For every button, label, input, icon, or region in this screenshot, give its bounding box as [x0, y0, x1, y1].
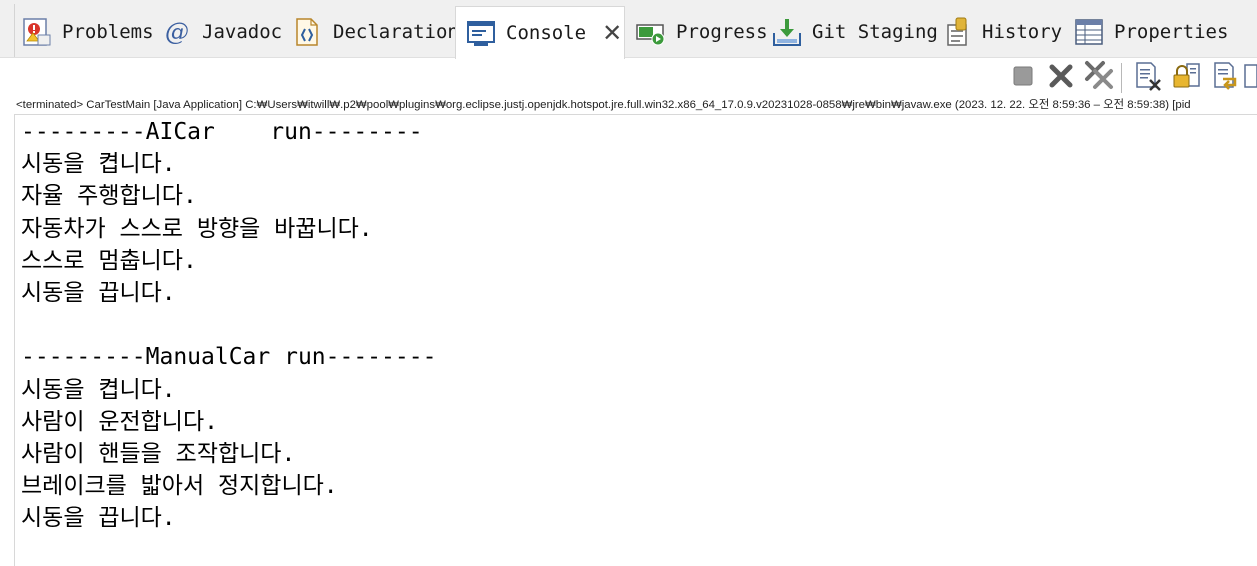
tab-label: Console	[506, 22, 587, 44]
tab-javadoc[interactable]: @ Javadoc	[164, 6, 282, 58]
close-icon[interactable]: ✕	[602, 21, 622, 45]
console-text: ---------AICar run-------- 시동을 켭니다. 자율 주…	[21, 116, 436, 534]
clear-console-icon	[1133, 61, 1163, 95]
tab-progress[interactable]: Progress	[636, 6, 768, 58]
tab-declaration[interactable]: Declaration	[293, 6, 459, 58]
console-line: ---------AICar run--------	[21, 119, 423, 145]
tab-label: Declaration	[333, 21, 459, 43]
tab-console[interactable]: Console ✕	[455, 6, 625, 59]
javadoc-icon: @	[165, 18, 189, 46]
console-line: 시동을 끕니다.	[21, 279, 176, 306]
scroll-lock-icon	[1171, 61, 1201, 95]
console-line: 사람이 운전합니다.	[21, 408, 218, 435]
tab-label: Progress	[676, 21, 768, 43]
console-line: 자동차가 스스로 방향을 바꿉니다.	[21, 215, 373, 242]
console-line: 브레이크를 밟아서 정지합니다.	[21, 473, 338, 500]
problems-icon	[22, 17, 52, 47]
tab-git-staging[interactable]: Git Staging	[772, 6, 938, 58]
console-line: 시동을 켭니다.	[21, 151, 176, 178]
toolbar-separator	[1121, 63, 1122, 93]
clear-console-button[interactable]	[1131, 61, 1165, 95]
tab-label: Problems	[62, 21, 154, 43]
console-line: 스스로 멈춥니다.	[21, 247, 197, 274]
tab-label: Javadoc	[202, 21, 283, 43]
word-wrap-icon	[1209, 61, 1239, 95]
remove-all-terminated-button[interactable]	[1082, 61, 1116, 95]
pin-icon	[1243, 61, 1257, 95]
process-status-line: <terminated> CarTestMain [Java Applicati…	[16, 99, 1191, 111]
remove-launch-button[interactable]	[1044, 61, 1078, 95]
pin-console-button[interactable]	[1243, 61, 1257, 95]
history-icon	[946, 17, 972, 47]
console-line: 시동을 켭니다.	[21, 376, 176, 403]
console-line: 시동을 끕니다.	[21, 505, 176, 532]
tab-history[interactable]: History	[946, 6, 1062, 58]
properties-icon	[1074, 17, 1104, 47]
declaration-icon	[293, 17, 323, 47]
tab-label: History	[982, 21, 1063, 43]
progress-icon	[636, 17, 666, 47]
tab-label: Properties	[1114, 21, 1229, 43]
word-wrap-button[interactable]	[1207, 61, 1241, 95]
tab-properties[interactable]: Properties	[1074, 6, 1228, 58]
terminate-button[interactable]	[1006, 61, 1040, 95]
tabbar-border	[14, 4, 15, 57]
scroll-lock-button[interactable]	[1169, 61, 1203, 95]
tab-label: Git Staging	[812, 21, 938, 43]
console-line: ---------ManualCar run--------	[21, 344, 437, 371]
console-line: 사람이 핸들을 조작합니다.	[21, 440, 296, 467]
remove-launch-icon	[1047, 62, 1075, 94]
tab-problems[interactable]: Problems	[22, 6, 154, 58]
view-tab-bar: Problems @ Javadoc Declaration Console ✕…	[0, 0, 1257, 59]
console-toolbar	[1002, 60, 1257, 96]
console-line: 자율 주행합니다.	[21, 183, 197, 210]
console-output-area[interactable]: ---------AICar run-------- 시동을 켭니다. 자율 주…	[14, 114, 1257, 566]
git-staging-icon	[772, 17, 802, 47]
remove-all-terminated-icon	[1083, 60, 1115, 96]
terminate-icon	[1012, 65, 1034, 91]
console-icon	[466, 18, 496, 48]
